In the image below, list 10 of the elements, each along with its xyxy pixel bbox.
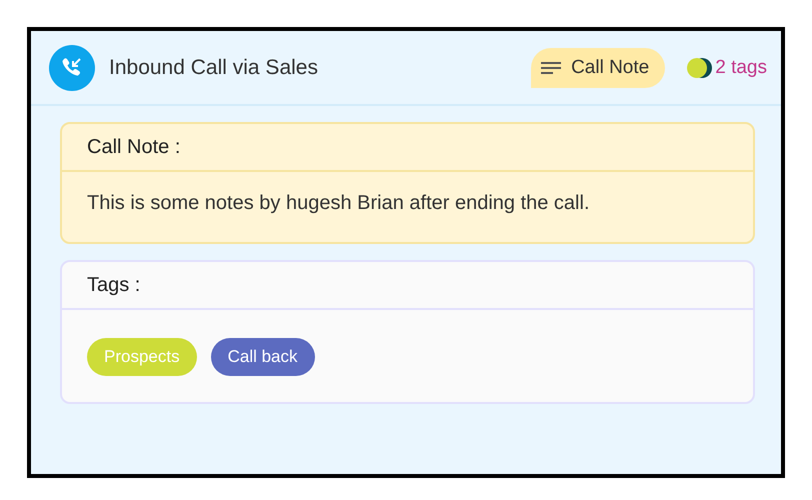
tags-heading: Tags :: [62, 262, 753, 310]
tag-count[interactable]: 2 tags: [715, 56, 767, 78]
tag-chip: Call back: [210, 338, 315, 376]
call-note-button[interactable]: Call Note: [531, 48, 666, 88]
tag-chip: Prospects: [87, 338, 197, 376]
note-heading: Call Note :: [62, 124, 753, 172]
note-text: This is some notes by hugesh Brian after ending the call.: [86, 191, 590, 216]
notes-icon: [541, 60, 562, 74]
incoming-call-icon: [49, 44, 95, 90]
call-title: Inbound Call via Sales: [109, 56, 319, 80]
